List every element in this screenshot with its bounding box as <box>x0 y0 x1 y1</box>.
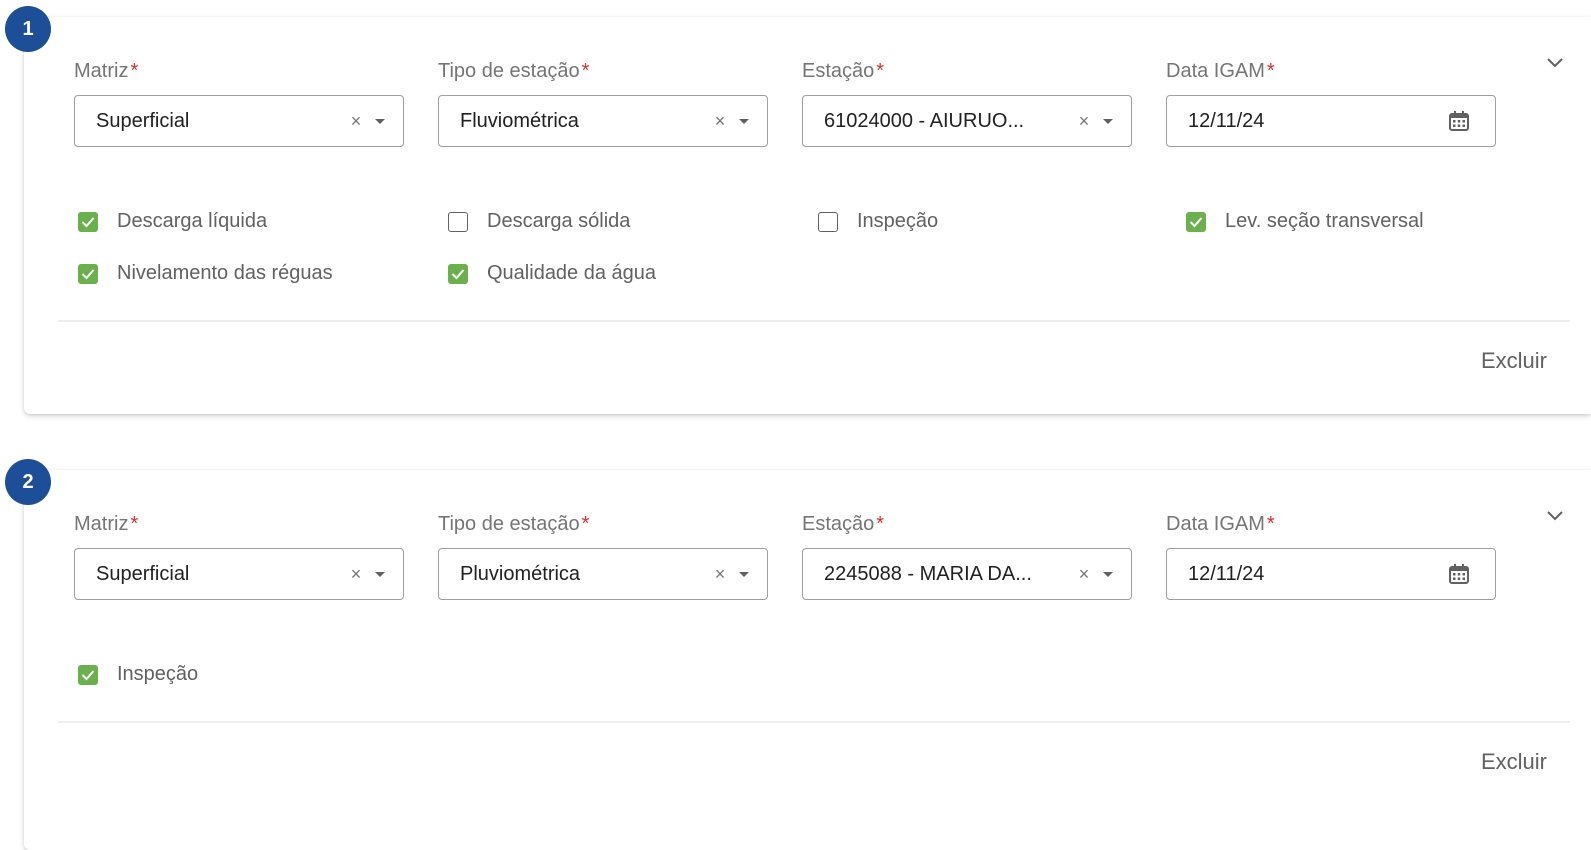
station-card: 1 Matriz * Superficial × Tipo de estação *… <box>5 6 1591 414</box>
tipo-estacao-value: Fluviométrica <box>460 109 579 132</box>
data-igam-label: Data IGAM * <box>1166 60 1275 82</box>
checkbox-descarga-solida[interactable]: Descarga sólida <box>448 210 630 233</box>
matriz-label: Matriz * <box>74 60 139 82</box>
checkbox-checked-icon[interactable] <box>78 263 98 284</box>
estacao-label: Estação * <box>802 60 885 82</box>
clear-icon[interactable]: × <box>711 111 729 132</box>
checkbox-label: Nivelamento das réguas <box>117 262 333 284</box>
checkbox-label: Inspeção <box>117 663 199 685</box>
card-number-badge: 1 <box>5 6 51 52</box>
estacao-value: 2245088 - MARIA DA... <box>824 562 1032 585</box>
clear-icon[interactable]: × <box>1075 564 1093 585</box>
checkbox-nivelamento-reguas[interactable]: Nivelamento das réguas <box>78 262 333 285</box>
chevron-down-icon <box>1547 58 1563 68</box>
chevron-down-icon <box>1547 511 1563 521</box>
checkbox-inspecao[interactable]: Inspeção <box>818 210 938 233</box>
checkbox-descarga-liquida[interactable]: Descarga líquida <box>78 210 267 233</box>
calendar-icon[interactable] <box>1447 562 1471 586</box>
data-igam-input[interactable]: 12/11/24 <box>1166 548 1496 600</box>
checkbox-checked-icon[interactable] <box>448 263 468 284</box>
checkbox-lev-secao-transversal[interactable]: Lev. seção transversal <box>1186 210 1424 233</box>
data-igam-label: Data IGAM * <box>1166 513 1275 535</box>
checkbox-label: Inspeção <box>857 210 939 232</box>
matriz-label: Matriz * <box>74 513 139 535</box>
estacao-select[interactable]: 61024000 - AIURUO... × <box>802 95 1132 147</box>
collapse-toggle[interactable] <box>1543 51 1567 75</box>
data-igam-input[interactable]: 12/11/24 <box>1166 95 1496 147</box>
tipo-estacao-label: Tipo de estação * <box>438 60 590 82</box>
matriz-value: Superficial <box>96 109 190 132</box>
checkbox-unchecked-icon[interactable] <box>448 211 468 232</box>
required-marker: * <box>876 60 885 82</box>
clear-icon[interactable]: × <box>347 111 365 132</box>
required-marker: * <box>581 513 590 535</box>
checkbox-unchecked-icon[interactable] <box>818 211 838 232</box>
dropdown-arrow-icon[interactable] <box>739 118 749 124</box>
clear-icon[interactable]: × <box>1075 111 1093 132</box>
dropdown-arrow-icon[interactable] <box>375 571 385 577</box>
checkbox-checked-icon[interactable] <box>1186 211 1206 232</box>
estacao-label: Estação * <box>802 513 885 535</box>
required-marker: * <box>130 513 139 535</box>
checkbox-inspecao[interactable]: Inspeção <box>78 663 198 686</box>
card-number-badge: 2 <box>5 459 51 505</box>
checkbox-label: Descarga sólida <box>487 210 631 232</box>
required-marker: * <box>1266 60 1275 82</box>
dropdown-arrow-icon[interactable] <box>1103 571 1113 577</box>
tipo-estacao-label: Tipo de estação * <box>438 513 590 535</box>
checkbox-checked-icon[interactable] <box>78 664 98 685</box>
clear-icon[interactable]: × <box>711 564 729 585</box>
estacao-select[interactable]: 2245088 - MARIA DA... × <box>802 548 1132 600</box>
divider <box>58 721 1570 723</box>
checkbox-label: Qualidade da água <box>487 262 657 284</box>
estacao-value: 61024000 - AIURUO... <box>824 109 1025 132</box>
station-card: 2 Matriz * Superficial × Tipo de estação *… <box>5 459 1591 850</box>
data-igam-value: 12/11/24 <box>1188 562 1265 585</box>
dropdown-arrow-icon[interactable] <box>739 571 749 577</box>
required-marker: * <box>876 513 885 535</box>
required-marker: * <box>130 60 139 82</box>
tipo-estacao-select[interactable]: Pluviométrica × <box>438 548 768 600</box>
required-marker: * <box>581 60 590 82</box>
matriz-value: Superficial <box>96 562 190 585</box>
delete-button[interactable]: Excluir <box>1481 749 1547 775</box>
checkbox-label: Lev. seção transversal <box>1225 210 1424 232</box>
checkbox-qualidade-agua[interactable]: Qualidade da água <box>448 262 656 285</box>
clear-icon[interactable]: × <box>347 564 365 585</box>
matriz-select[interactable]: Superficial × <box>74 95 404 147</box>
data-igam-value: 12/11/24 <box>1188 109 1265 132</box>
delete-button[interactable]: Excluir <box>1481 348 1547 374</box>
checkbox-label: Descarga líquida <box>117 210 268 232</box>
dropdown-arrow-icon[interactable] <box>1103 118 1113 124</box>
required-marker: * <box>1266 513 1275 535</box>
calendar-icon[interactable] <box>1447 109 1471 133</box>
dropdown-arrow-icon[interactable] <box>375 118 385 124</box>
checkbox-checked-icon[interactable] <box>78 211 98 232</box>
divider <box>58 320 1570 322</box>
tipo-estacao-select[interactable]: Fluviométrica × <box>438 95 768 147</box>
collapse-toggle[interactable] <box>1543 504 1567 528</box>
matriz-select[interactable]: Superficial × <box>74 548 404 600</box>
tipo-estacao-value: Pluviométrica <box>460 562 581 585</box>
